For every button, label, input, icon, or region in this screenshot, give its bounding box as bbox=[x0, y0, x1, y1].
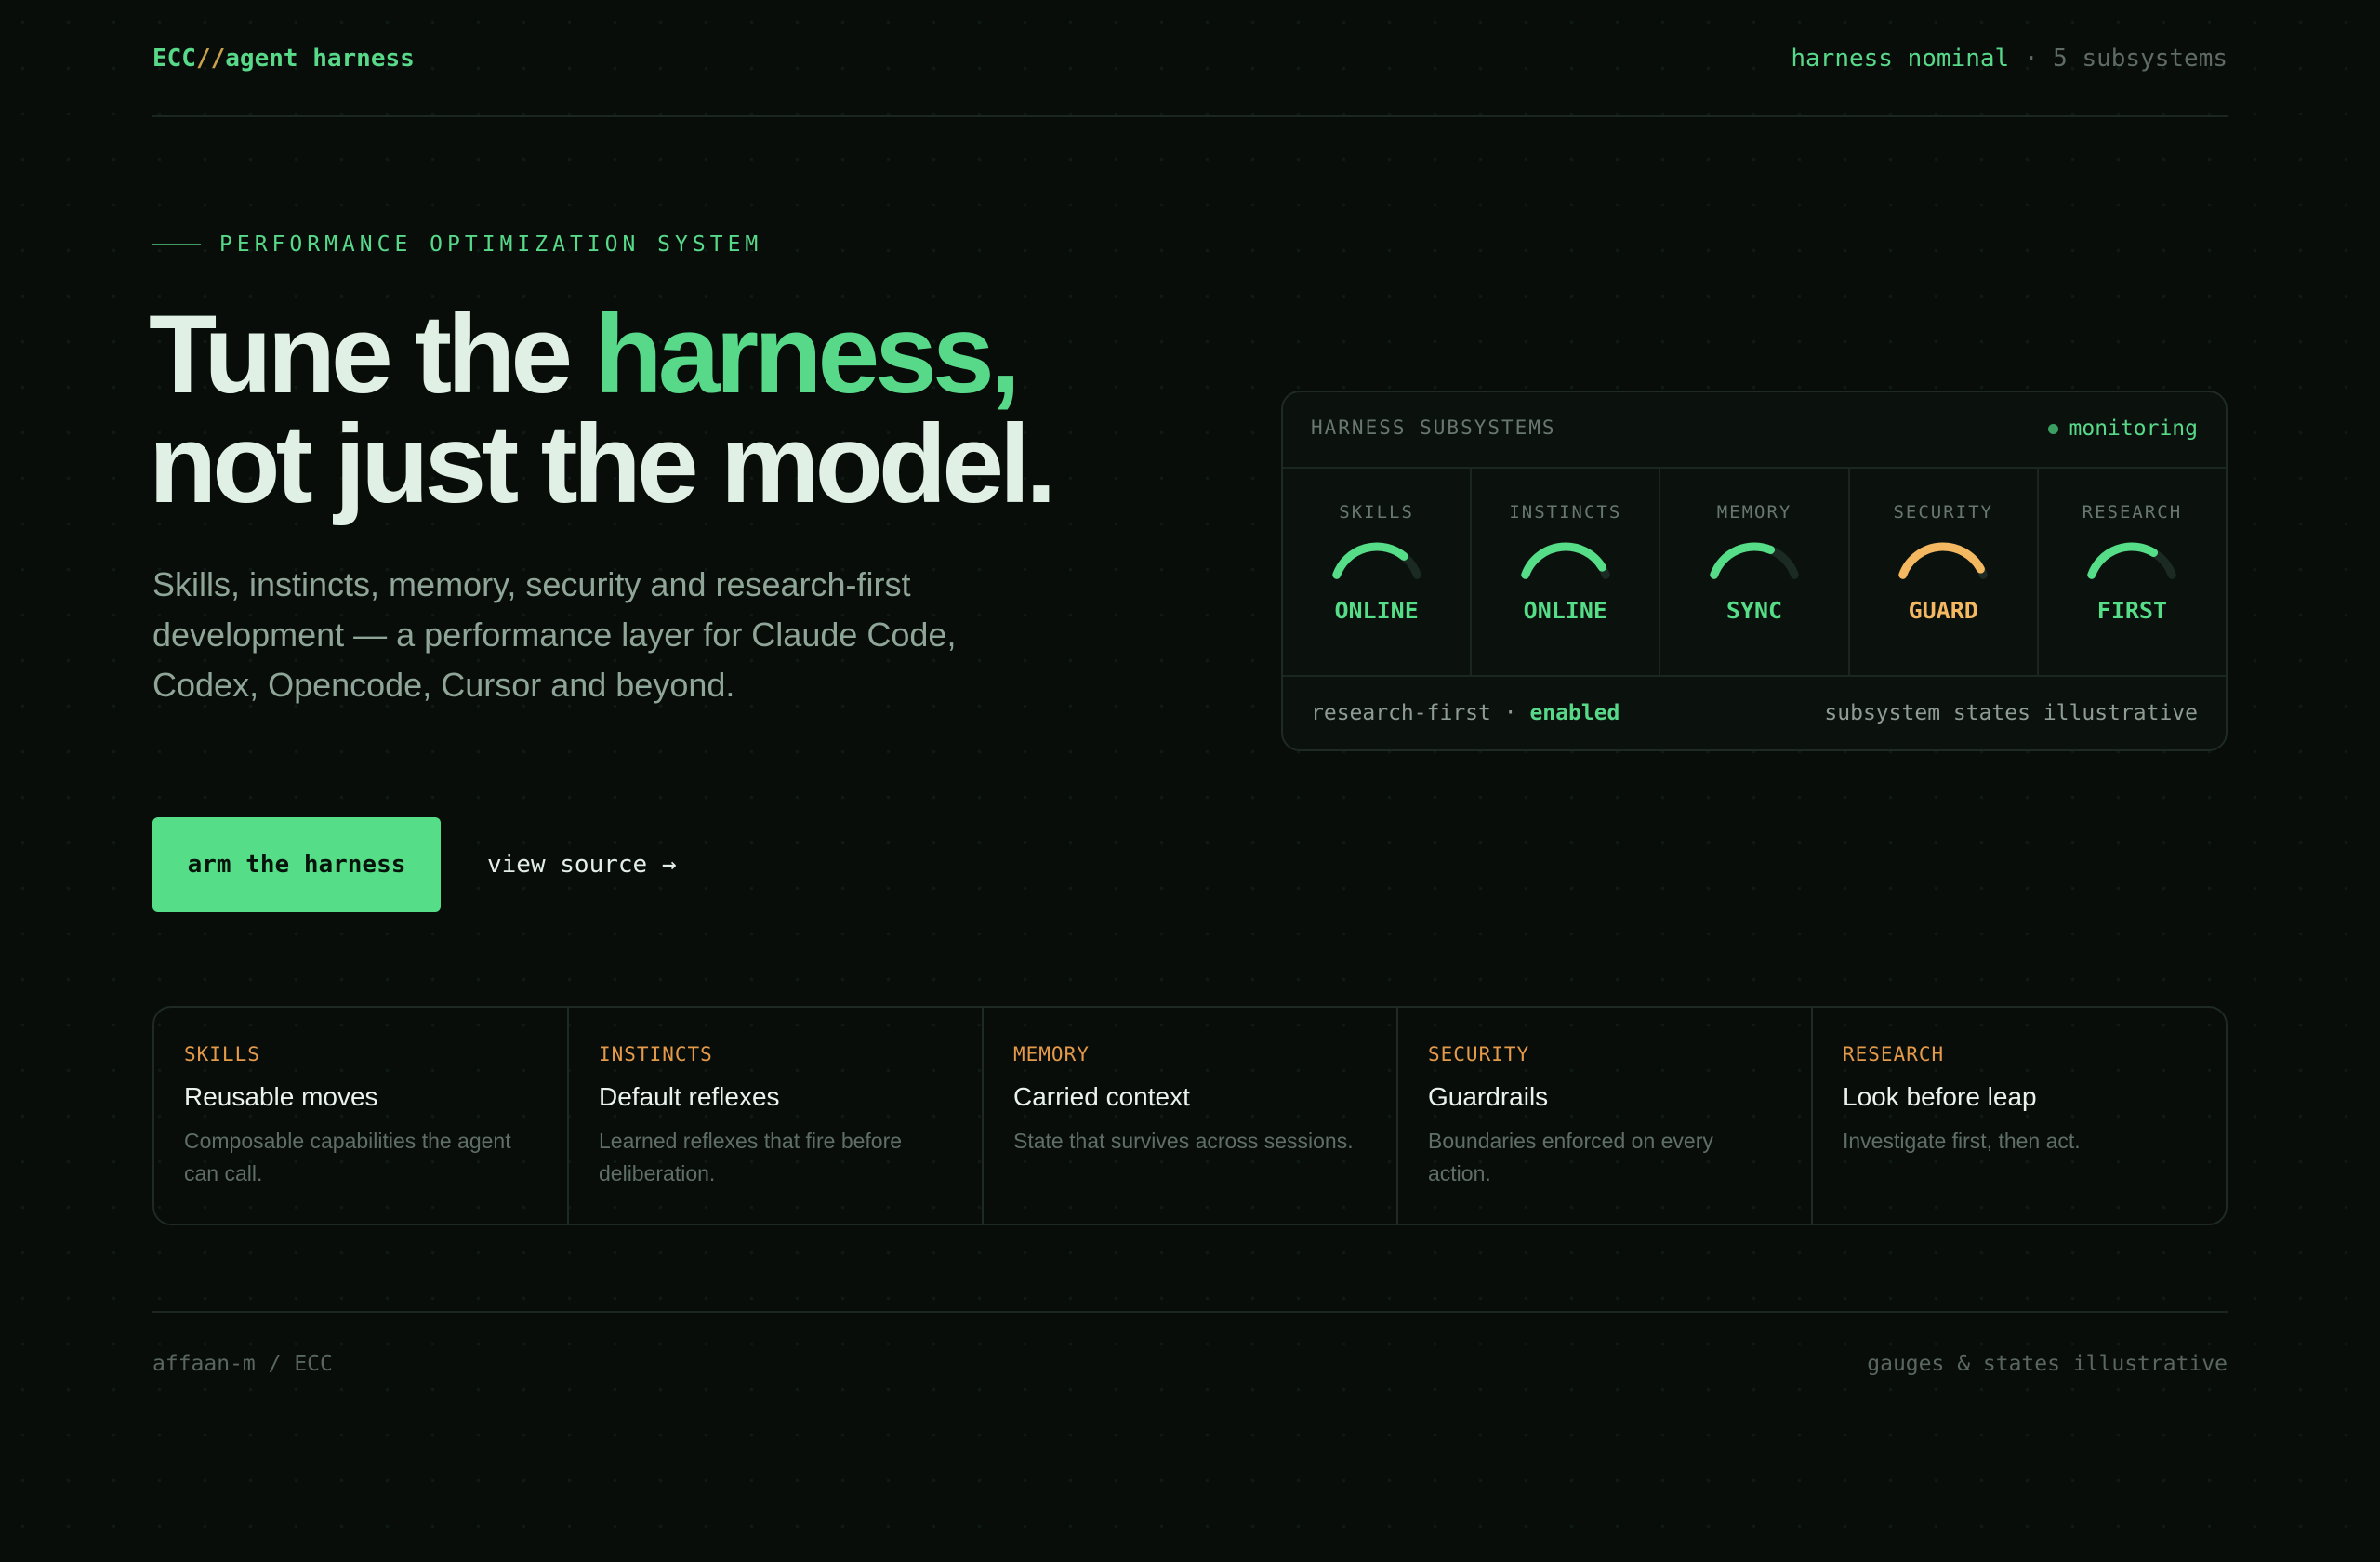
harness-status: harness nominal · 5 subsystems bbox=[1791, 45, 2228, 73]
gauge-research: RESEARCH FIRST bbox=[2039, 469, 2226, 675]
panel-footer: research-first · enabled subsystem state… bbox=[1283, 677, 2226, 749]
gauge-state: ONLINE bbox=[1334, 597, 1419, 624]
feature-description: Learned reflexes that fire before delibe… bbox=[599, 1129, 903, 1185]
feature-card-research: RESEARCH Look before leap Investigate fi… bbox=[1813, 1008, 2226, 1224]
logo-separator: // bbox=[195, 45, 226, 73]
feature-kicker: INSTINCTS bbox=[599, 1043, 713, 1066]
gauge-arc bbox=[1331, 542, 1408, 579]
feature-title: Look before leap bbox=[1843, 1082, 2037, 1111]
feature-card-instincts: INSTINCTS Default reflexes Learned refle… bbox=[569, 1008, 984, 1224]
footer-credit: affaan-m / ECC bbox=[152, 1352, 333, 1376]
feature-card-memory: MEMORY Carried context State that surviv… bbox=[984, 1008, 1398, 1224]
headline-highlight: harness, bbox=[594, 292, 1021, 417]
research-first-dot: · bbox=[1503, 701, 1517, 725]
feature-title: Guardrails bbox=[1428, 1082, 1549, 1111]
gauge-memory: MEMORY SYNC bbox=[1660, 469, 1850, 675]
research-first-value: enabled bbox=[1529, 701, 1620, 725]
gauge-dial-icon bbox=[2087, 542, 2177, 579]
feature-card-skills: SKILLS Reusable moves Composable capabil… bbox=[154, 1008, 569, 1224]
panel-header: HARNESS SUBSYSTEMS monitoring bbox=[1283, 392, 2226, 469]
top-bar: ECC//agent harness harness nominal · 5 s… bbox=[152, 37, 2228, 117]
eyebrow-text: PERFORMANCE OPTIMIZATION SYSTEM bbox=[219, 232, 763, 257]
gauge-label: SECURITY bbox=[1893, 502, 1993, 523]
gauge-dial-icon bbox=[1521, 542, 1610, 579]
feature-description: State that survives across sessions. bbox=[1013, 1129, 1354, 1153]
panel-note: subsystem states illustrative bbox=[1824, 701, 2198, 725]
gauge-arc bbox=[1898, 542, 1986, 579]
feature-kicker: SKILLS bbox=[184, 1043, 260, 1066]
feature-kicker: MEMORY bbox=[1013, 1043, 1090, 1066]
status-count: 5 subsystems bbox=[2053, 45, 2228, 73]
headline-part-b: not just the model. bbox=[149, 402, 1057, 526]
gauge-state: GUARD bbox=[1908, 597, 1978, 624]
gauge-instincts: INSTINCTS ONLINE bbox=[1472, 469, 1661, 675]
eyebrow: PERFORMANCE OPTIMIZATION SYSTEM bbox=[152, 232, 762, 257]
gauge-state: FIRST bbox=[2096, 597, 2168, 624]
gauge-row: SKILLS ONLINE INSTINCTS ONLINE MEMORY SY… bbox=[1283, 469, 2226, 677]
gauge-arc bbox=[1710, 542, 1776, 579]
headline-part-a: Tune the bbox=[149, 292, 595, 417]
gauge-arc bbox=[1521, 542, 1606, 579]
logo-name: agent harness bbox=[225, 45, 415, 73]
research-first-status: research-first · enabled bbox=[1311, 701, 1620, 725]
gauge-label: RESEARCH bbox=[2082, 502, 2183, 523]
feature-description: Composable capabilities the agent can ca… bbox=[184, 1129, 511, 1185]
status-dot: · bbox=[2023, 45, 2039, 73]
page-footer: affaan-m / ECC gauges & states illustrat… bbox=[152, 1311, 2228, 1387]
gauge-security: SECURITY GUARD bbox=[1850, 469, 2039, 675]
feature-title: Reusable moves bbox=[184, 1082, 378, 1111]
gauge-label: INSTINCTS bbox=[1509, 502, 1622, 523]
gauge-label: SKILLS bbox=[1339, 502, 1414, 523]
research-first-key: research-first bbox=[1311, 701, 1491, 725]
gauge-dial-icon bbox=[1898, 542, 1988, 579]
monitoring-dot-icon bbox=[2047, 423, 2058, 434]
gauge-arc bbox=[2087, 542, 2159, 579]
gauge-state: SYNC bbox=[1726, 597, 1783, 624]
monitoring-indicator: monitoring bbox=[2047, 417, 2198, 441]
feature-cards: SKILLS Reusable moves Composable capabil… bbox=[152, 1006, 2228, 1225]
monitoring-label: monitoring bbox=[2069, 417, 2198, 441]
panel-title: HARNESS SUBSYSTEMS bbox=[1311, 417, 1556, 439]
logo-prefix: ECC bbox=[152, 45, 196, 73]
feature-title: Carried context bbox=[1013, 1082, 1190, 1111]
gauge-dial-icon bbox=[1710, 542, 1799, 579]
feature-kicker: SECURITY bbox=[1428, 1043, 1530, 1066]
feature-description: Investigate first, then act. bbox=[1843, 1129, 2081, 1153]
subsystems-panel: HARNESS SUBSYSTEMS monitoring SKILLS ONL… bbox=[1281, 390, 2228, 751]
feature-card-security: SECURITY Guardrails Boundaries enforced … bbox=[1398, 1008, 1813, 1224]
view-source-link[interactable]: view source → bbox=[487, 851, 677, 879]
arm-harness-button[interactable]: arm the harness bbox=[152, 817, 441, 912]
feature-kicker: RESEARCH bbox=[1843, 1043, 1945, 1066]
gauge-dial-icon bbox=[1331, 542, 1421, 579]
logo[interactable]: ECC//agent harness bbox=[152, 45, 415, 73]
gauge-skills: SKILLS ONLINE bbox=[1283, 469, 1473, 675]
page-title: Tune the harness, not just the model. bbox=[149, 298, 1264, 520]
feature-title: Default reflexes bbox=[599, 1082, 780, 1111]
status-nominal: harness nominal bbox=[1791, 45, 2010, 73]
gauge-state: ONLINE bbox=[1523, 597, 1607, 624]
feature-description: Boundaries enforced on every action. bbox=[1428, 1129, 1713, 1185]
footer-note: gauges & states illustrative bbox=[1867, 1352, 2228, 1376]
eyebrow-rule bbox=[152, 244, 201, 245]
gauge-label: MEMORY bbox=[1716, 502, 1792, 523]
hero-subcopy: Skills, instincts, memory, security and … bbox=[152, 565, 957, 704]
